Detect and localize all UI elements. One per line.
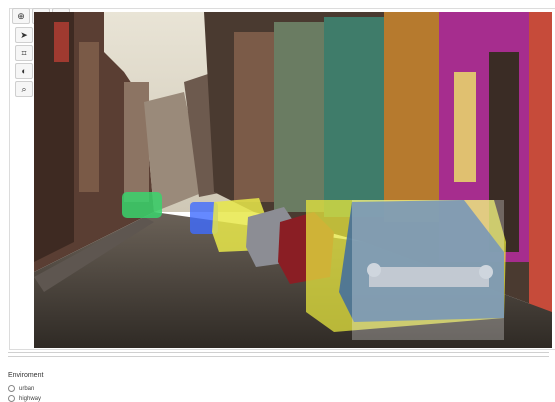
polygon-icon: ⌗ bbox=[21, 47, 27, 58]
radio-highway[interactable] bbox=[8, 395, 15, 402]
search-tool-button[interactable]: ⌕ bbox=[15, 81, 33, 97]
zoom-in-icon: ⊕ bbox=[17, 10, 25, 21]
tool-palette: ➤ ⌗ ◐ ⌕ bbox=[12, 27, 34, 97]
option-label-highway: highway bbox=[19, 395, 42, 402]
street-photo[interactable] bbox=[34, 12, 552, 348]
environment-option-highway[interactable]: highway bbox=[8, 395, 41, 402]
zoom-in-button[interactable]: ⊕ bbox=[12, 8, 30, 24]
divider bbox=[8, 352, 549, 357]
environment-title: Enviroment bbox=[8, 372, 44, 379]
pointer-tool-button[interactable]: ➤ bbox=[15, 27, 33, 43]
photo-canvas bbox=[34, 12, 552, 348]
brush-tool-button[interactable]: ◐ bbox=[15, 63, 33, 79]
environment-option-urban[interactable]: urban bbox=[8, 385, 34, 392]
search-icon: ⌕ bbox=[21, 83, 27, 94]
radio-urban[interactable] bbox=[8, 385, 15, 392]
brush-icon: ◐ bbox=[21, 66, 27, 76]
option-label-urban: urban bbox=[19, 385, 35, 392]
polygon-tool-button[interactable]: ⌗ bbox=[15, 45, 33, 61]
annotation-mask-green-car bbox=[122, 192, 162, 218]
pointer-icon: ➤ bbox=[20, 29, 28, 40]
